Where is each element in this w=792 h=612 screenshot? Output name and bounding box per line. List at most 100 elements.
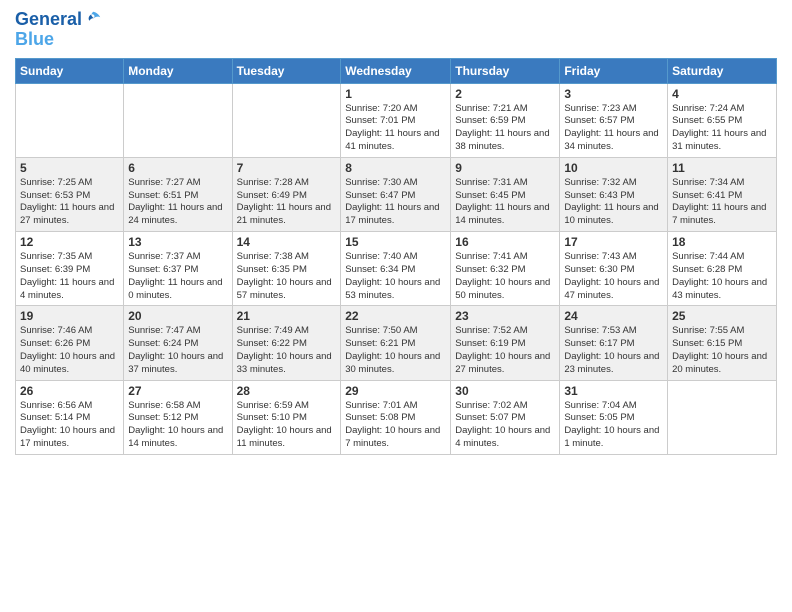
day-info: Sunrise: 7:24 AM Sunset: 6:55 PM Dayligh… xyxy=(672,103,772,154)
day-number: 21 xyxy=(237,309,337,323)
day-info: Sunrise: 7:25 AM Sunset: 6:53 PM Dayligh… xyxy=(20,177,119,228)
weekday-header-friday: Friday xyxy=(560,58,668,83)
calendar-cell: 8 Sunrise: 7:30 AM Sunset: 6:47 PM Daylig… xyxy=(341,157,451,231)
calendar-cell: 15Sunrise: 7:40 AM Sunset: 6:34 PM Dayli… xyxy=(341,232,451,306)
calendar-cell: 12 Sunrise: 7:35 AM Sunset: 6:39 PM Dayli… xyxy=(16,232,124,306)
day-info: Sunrise: 7:35 AM Sunset: 6:39 PM Dayligh… xyxy=(20,251,119,302)
day-info: Sunrise: 7:40 AM Sunset: 6:34 PM Dayligh… xyxy=(345,251,446,302)
day-number: 23 xyxy=(455,309,555,323)
weekday-header-sunday: Sunday xyxy=(16,58,124,83)
day-info: Sunrise: 7:23 AM Sunset: 6:57 PM Dayligh… xyxy=(564,103,663,154)
calendar-cell: 4 Sunrise: 7:24 AM Sunset: 6:55 PM Daylig… xyxy=(668,83,777,157)
calendar-cell: 23Sunrise: 7:52 AM Sunset: 6:19 PM Dayli… xyxy=(451,306,560,380)
calendar-cell: 5Sunrise: 7:25 AM Sunset: 6:53 PM Daylig… xyxy=(16,157,124,231)
day-number: 31 xyxy=(564,384,663,398)
calendar-cell: 9Sunrise: 7:31 AM Sunset: 6:45 PM Daylig… xyxy=(451,157,560,231)
calendar-cell: 3 Sunrise: 7:23 AM Sunset: 6:57 PM Daylig… xyxy=(560,83,668,157)
calendar-week-2: 5Sunrise: 7:25 AM Sunset: 6:53 PM Daylig… xyxy=(16,157,777,231)
day-number: 3 xyxy=(564,87,663,101)
day-number: 26 xyxy=(20,384,119,398)
calendar-cell: 13Sunrise: 7:37 AM Sunset: 6:37 PM Dayli… xyxy=(124,232,232,306)
day-info: Sunrise: 6:56 AM Sunset: 5:14 PM Dayligh… xyxy=(20,400,119,451)
day-info: Sunrise: 7:37 AM Sunset: 6:37 PM Dayligh… xyxy=(128,251,227,302)
calendar-cell: 21 Sunrise: 7:49 AM Sunset: 6:22 PM Dayli… xyxy=(232,306,341,380)
day-number: 17 xyxy=(564,235,663,249)
day-number: 8 xyxy=(345,161,446,175)
calendar-cell: 26 Sunrise: 6:56 AM Sunset: 5:14 PM Dayli… xyxy=(16,380,124,454)
calendar-cell: 18Sunrise: 7:44 AM Sunset: 6:28 PM Dayli… xyxy=(668,232,777,306)
day-number: 1 xyxy=(345,87,446,101)
day-info: Sunrise: 7:49 AM Sunset: 6:22 PM Dayligh… xyxy=(237,325,337,376)
day-number: 29 xyxy=(345,384,446,398)
day-number: 24 xyxy=(564,309,663,323)
calendar-week-5: 26 Sunrise: 6:56 AM Sunset: 5:14 PM Dayli… xyxy=(16,380,777,454)
day-info: Sunrise: 7:34 AM Sunset: 6:41 PM Dayligh… xyxy=(672,177,772,228)
day-info: Sunrise: 7:28 AM Sunset: 6:49 PM Dayligh… xyxy=(237,177,337,228)
day-number: 4 xyxy=(672,87,772,101)
calendar-cell: 17 Sunrise: 7:43 AM Sunset: 6:30 PM Dayli… xyxy=(560,232,668,306)
day-number: 6 xyxy=(128,161,227,175)
day-number: 16 xyxy=(455,235,555,249)
day-number: 19 xyxy=(20,309,119,323)
day-info: Sunrise: 7:20 AM Sunset: 7:01 PM Dayligh… xyxy=(345,103,446,154)
day-number: 12 xyxy=(20,235,119,249)
day-number: 11 xyxy=(672,161,772,175)
calendar-cell: 2 Sunrise: 7:21 AM Sunset: 6:59 PM Daylig… xyxy=(451,83,560,157)
day-info: Sunrise: 6:59 AM Sunset: 5:10 PM Dayligh… xyxy=(237,400,337,451)
calendar-week-3: 12 Sunrise: 7:35 AM Sunset: 6:39 PM Dayli… xyxy=(16,232,777,306)
calendar-cell: 20 Sunrise: 7:47 AM Sunset: 6:24 PM Dayli… xyxy=(124,306,232,380)
logo: General Blue xyxy=(15,10,102,50)
calendar-cell xyxy=(16,83,124,157)
calendar-cell xyxy=(232,83,341,157)
calendar-cell: 30 Sunrise: 7:02 AM Sunset: 5:07 PM Dayli… xyxy=(451,380,560,454)
page: General Blue SundayMondayTuesdayWednesda… xyxy=(0,0,792,612)
day-info: Sunrise: 7:01 AM Sunset: 5:08 PM Dayligh… xyxy=(345,400,446,451)
day-number: 22 xyxy=(345,309,446,323)
day-number: 10 xyxy=(564,161,663,175)
day-number: 14 xyxy=(237,235,337,249)
day-info: Sunrise: 7:04 AM Sunset: 5:05 PM Dayligh… xyxy=(564,400,663,451)
day-info: Sunrise: 7:43 AM Sunset: 6:30 PM Dayligh… xyxy=(564,251,663,302)
calendar-table: SundayMondayTuesdayWednesdayThursdayFrid… xyxy=(15,58,777,455)
calendar-cell: 14 Sunrise: 7:38 AM Sunset: 6:35 PM Dayli… xyxy=(232,232,341,306)
logo-bird-icon xyxy=(84,10,102,28)
day-number: 18 xyxy=(672,235,772,249)
day-info: Sunrise: 7:50 AM Sunset: 6:21 PM Dayligh… xyxy=(345,325,446,376)
day-info: Sunrise: 7:53 AM Sunset: 6:17 PM Dayligh… xyxy=(564,325,663,376)
day-number: 20 xyxy=(128,309,227,323)
calendar-cell xyxy=(124,83,232,157)
day-info: Sunrise: 7:55 AM Sunset: 6:15 PM Dayligh… xyxy=(672,325,772,376)
day-info: Sunrise: 7:21 AM Sunset: 6:59 PM Dayligh… xyxy=(455,103,555,154)
day-info: Sunrise: 7:38 AM Sunset: 6:35 PM Dayligh… xyxy=(237,251,337,302)
day-number: 30 xyxy=(455,384,555,398)
weekday-header-thursday: Thursday xyxy=(451,58,560,83)
day-info: Sunrise: 7:02 AM Sunset: 5:07 PM Dayligh… xyxy=(455,400,555,451)
header: General Blue xyxy=(15,10,777,50)
calendar-cell xyxy=(668,380,777,454)
day-info: Sunrise: 7:41 AM Sunset: 6:32 PM Dayligh… xyxy=(455,251,555,302)
calendar-cell: 28 Sunrise: 6:59 AM Sunset: 5:10 PM Dayli… xyxy=(232,380,341,454)
day-info: Sunrise: 7:46 AM Sunset: 6:26 PM Dayligh… xyxy=(20,325,119,376)
calendar-cell: 22 Sunrise: 7:50 AM Sunset: 6:21 PM Dayli… xyxy=(341,306,451,380)
day-info: Sunrise: 7:32 AM Sunset: 6:43 PM Dayligh… xyxy=(564,177,663,228)
day-info: Sunrise: 7:30 AM Sunset: 6:47 PM Dayligh… xyxy=(345,177,446,228)
day-number: 2 xyxy=(455,87,555,101)
weekday-header-saturday: Saturday xyxy=(668,58,777,83)
calendar-cell: 27 Sunrise: 6:58 AM Sunset: 5:12 PM Dayli… xyxy=(124,380,232,454)
logo-text-blue: Blue xyxy=(15,30,54,50)
calendar-cell: 6Sunrise: 7:27 AM Sunset: 6:51 PM Daylig… xyxy=(124,157,232,231)
calendar-cell: 31 Sunrise: 7:04 AM Sunset: 5:05 PM Dayli… xyxy=(560,380,668,454)
calendar-cell: 10 Sunrise: 7:32 AM Sunset: 6:43 PM Dayli… xyxy=(560,157,668,231)
day-info: Sunrise: 6:58 AM Sunset: 5:12 PM Dayligh… xyxy=(128,400,227,451)
weekday-header-row: SundayMondayTuesdayWednesdayThursdayFrid… xyxy=(16,58,777,83)
calendar-cell: 24 Sunrise: 7:53 AM Sunset: 6:17 PM Dayli… xyxy=(560,306,668,380)
weekday-header-tuesday: Tuesday xyxy=(232,58,341,83)
day-number: 27 xyxy=(128,384,227,398)
day-number: 9 xyxy=(455,161,555,175)
calendar-cell: 11 Sunrise: 7:34 AM Sunset: 6:41 PM Dayli… xyxy=(668,157,777,231)
day-number: 28 xyxy=(237,384,337,398)
day-number: 25 xyxy=(672,309,772,323)
calendar-cell: 19 Sunrise: 7:46 AM Sunset: 6:26 PM Dayli… xyxy=(16,306,124,380)
day-info: Sunrise: 7:47 AM Sunset: 6:24 PM Dayligh… xyxy=(128,325,227,376)
logo-text-general: General xyxy=(15,10,82,30)
